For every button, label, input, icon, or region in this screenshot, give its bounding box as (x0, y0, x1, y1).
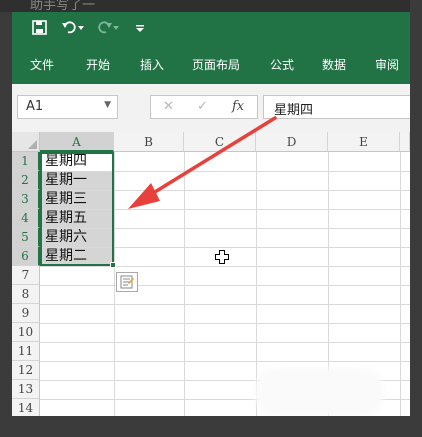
annotation-arrow (128, 116, 277, 209)
